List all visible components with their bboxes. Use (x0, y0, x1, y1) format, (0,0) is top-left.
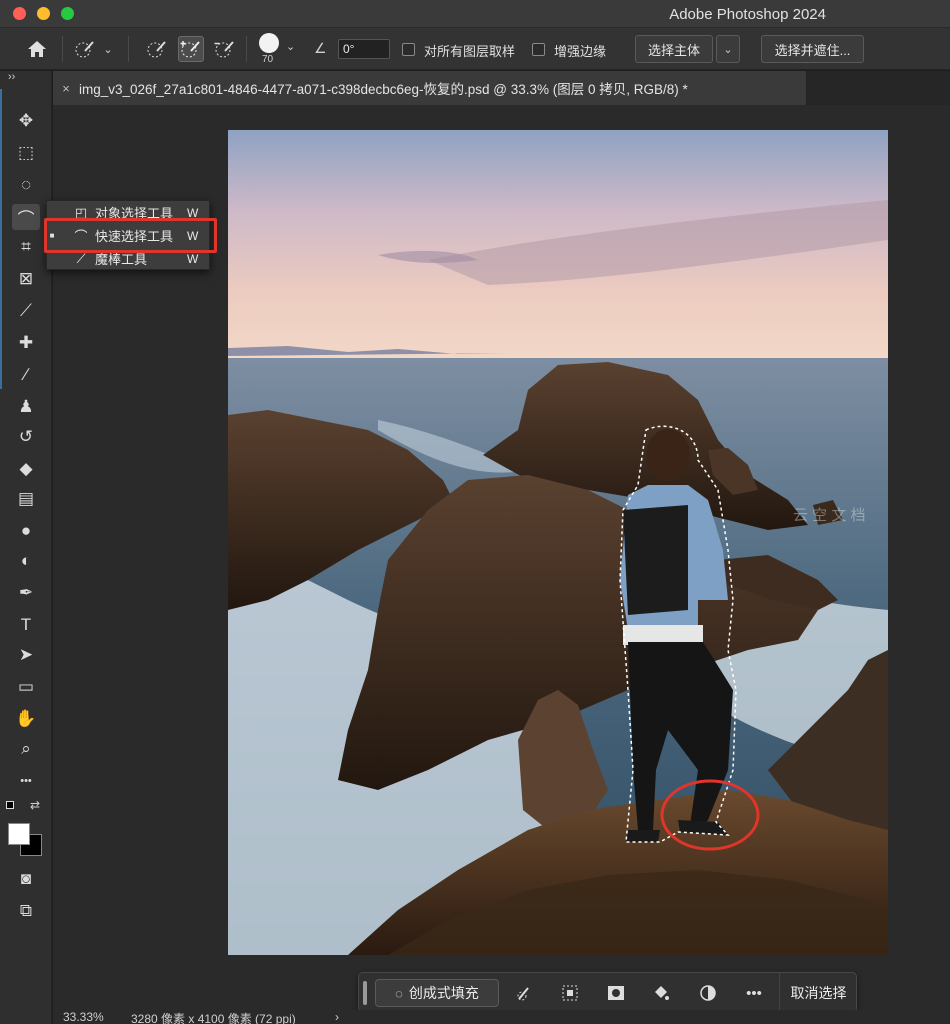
fill-icon[interactable] (648, 981, 674, 1005)
subtract-from-selection-icon[interactable] (212, 36, 238, 62)
contextual-task-bar: ◌ 创成式填充 ••• 取消选择 (358, 972, 857, 1013)
path-selection-tool-icon[interactable]: ➤ (12, 642, 40, 668)
photo-artwork: 云 空 文 档 (228, 130, 888, 955)
swap-colors-icon[interactable]: ⇄ (30, 798, 40, 812)
healing-brush-tool-icon[interactable]: ✚ (12, 330, 40, 356)
zoom-level[interactable]: 33.33% (63, 1010, 104, 1024)
flyout-item-shortcut: W (187, 251, 199, 266)
close-tab-icon[interactable]: × (53, 81, 79, 96)
brush-preview[interactable] (259, 33, 279, 53)
history-brush-tool-icon[interactable]: ↺ (12, 424, 40, 450)
tool-preset-picker-icon[interactable] (72, 36, 98, 62)
more-tools-icon[interactable]: ••• (12, 768, 40, 794)
drag-handle[interactable] (363, 981, 367, 1005)
angle-icon: ∠ (314, 40, 327, 56)
generative-fill-label: 创成式填充 (408, 985, 479, 1001)
default-colors-icon[interactable] (6, 801, 14, 809)
new-selection-icon[interactable] (144, 36, 170, 62)
generative-fill-button[interactable]: ◌ 创成式填充 (375, 979, 499, 1007)
collapse-panel-icon[interactable]: ›› (8, 71, 15, 83)
document-dimensions: 3280 像素 x 4100 像素 (72 ppi) (131, 1012, 296, 1024)
status-bar: 33.33% 3280 像素 x 4100 像素 (72 ppi) › (53, 1010, 950, 1024)
select-subject-dropdown[interactable]: ⌄ (716, 35, 740, 63)
screen-mode-icon[interactable]: ⧉ (12, 898, 40, 924)
chevron-down-icon[interactable]: ⌄ (100, 36, 116, 62)
quick-selection-tool-icon[interactable]: ⌒ (12, 204, 40, 230)
quick-mask-icon[interactable]: ◙ (12, 866, 40, 892)
select-and-mask-button[interactable]: 选择并遮住... (761, 35, 864, 63)
foreground-color-swatch[interactable] (8, 823, 30, 845)
app-title: Adobe Photoshop 2024 (669, 6, 826, 23)
quick-selection-annotation-box (44, 218, 217, 253)
separator (62, 36, 63, 62)
auto-enhance-checkbox[interactable] (532, 43, 545, 56)
adjustment-layer-icon[interactable] (695, 981, 721, 1005)
sample-all-layers-label: 对所有图层取样 (424, 44, 516, 59)
rectangle-tool-icon[interactable]: ▭ (12, 674, 40, 700)
deselect-button[interactable]: 取消选择 (779, 973, 857, 1012)
lasso-tool-icon[interactable]: ◌ (12, 172, 40, 198)
zoom-tool-icon[interactable]: ⌕ (12, 736, 40, 762)
sample-all-layers-checkbox[interactable] (402, 43, 415, 56)
mask-icon[interactable] (603, 981, 629, 1005)
add-to-selection-icon[interactable] (178, 36, 204, 62)
type-tool-icon[interactable]: T (12, 612, 40, 638)
pen-tool-icon[interactable]: ✒ (12, 580, 40, 606)
select-subject-button[interactable]: 选择主体 (635, 35, 713, 63)
watermark-text: 云 空 文 档 (793, 507, 866, 524)
document-tab-bar: × img_v3_026f_27a1c801-4846-4477-a071-c3… (53, 71, 950, 105)
dodge-tool-icon[interactable]: ◐ (12, 548, 40, 574)
move-tool-icon[interactable]: ✥ (12, 108, 40, 134)
eyedropper-tool-icon[interactable]: ⟋ (12, 298, 40, 324)
minimize-window-button[interactable] (37, 7, 50, 20)
zoom-window-button[interactable] (61, 7, 74, 20)
eraser-tool-icon[interactable]: ◆ (12, 456, 40, 482)
hand-tool-icon[interactable]: ✋ (12, 706, 40, 732)
document-tab-title: img_v3_026f_27a1c801-4846-4477-a071-c398… (79, 82, 688, 97)
generative-fill-icon: ◌ (395, 985, 403, 1001)
panel-stripe (0, 89, 2, 389)
document-tab[interactable]: × img_v3_026f_27a1c801-4846-4477-a071-c3… (53, 71, 807, 105)
frame-tool-icon[interactable]: ⊠ (12, 266, 40, 292)
gradient-tool-icon[interactable]: ▤ (12, 486, 40, 512)
document-image[interactable]: 云 空 文 档 (228, 130, 888, 955)
clone-stamp-tool-icon[interactable]: ♟ (12, 394, 40, 420)
transform-selection-icon[interactable] (557, 981, 583, 1005)
close-window-button[interactable] (13, 7, 26, 20)
more-options-icon[interactable]: ••• (741, 981, 767, 1005)
home-icon[interactable] (24, 36, 50, 62)
brush-size-value: 70 (262, 54, 274, 65)
marquee-tool-icon[interactable]: ⬚ (12, 140, 40, 166)
status-menu-arrow[interactable]: › (335, 1010, 339, 1024)
brush-tool-icon[interactable]: ∕ (12, 362, 40, 388)
blur-tool-icon[interactable]: ● (12, 518, 40, 544)
title-bar: Adobe Photoshop 2024 (0, 0, 950, 28)
angle-input[interactable]: 0° (338, 39, 390, 59)
separator (128, 36, 129, 62)
chevron-down-icon[interactable]: ⌄ (286, 40, 300, 58)
separator (246, 36, 247, 62)
modify-selection-icon[interactable] (512, 981, 538, 1005)
crop-tool-icon[interactable]: ⌗ (12, 234, 40, 260)
auto-enhance-label: 增强边缘 (554, 44, 607, 59)
